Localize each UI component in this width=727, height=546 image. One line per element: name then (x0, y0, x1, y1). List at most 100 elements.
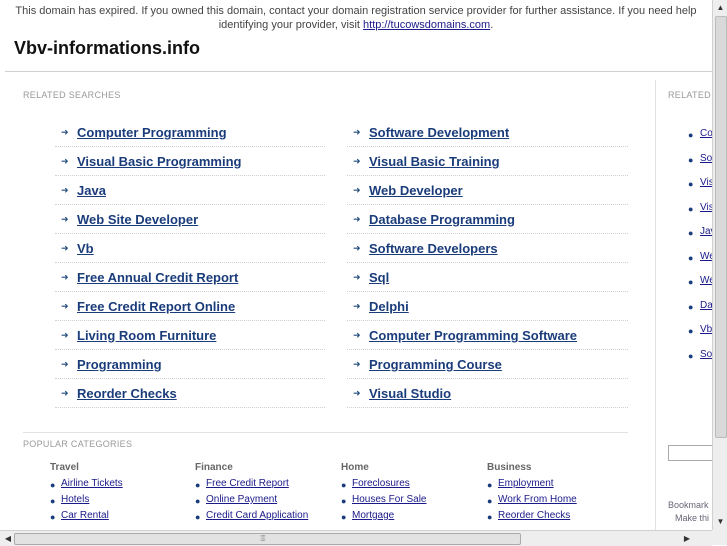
category-item[interactable]: ● Credit Card Application (195, 510, 308, 526)
category-item[interactable]: ● Reorder Checks (487, 510, 570, 526)
related-search-item[interactable]: ➜ Computer Programming Software (347, 321, 628, 350)
related-search-link[interactable]: Visual Studio (369, 386, 451, 401)
search-box[interactable] (668, 445, 712, 461)
arrow-right-icon: ➜ (61, 272, 69, 282)
category-item[interactable]: ● Online Payment (195, 494, 277, 510)
category-link[interactable]: Car Rental (61, 510, 109, 521)
bullet-icon: ● (688, 326, 694, 336)
related-search-link[interactable]: Living Room Furniture (77, 328, 216, 343)
related-search-item[interactable]: ➜ Free Annual Credit Report (55, 263, 325, 292)
category-link[interactable]: Mortgage (352, 510, 394, 521)
related-search-item[interactable]: ➜ Visual Basic Programming (55, 147, 325, 176)
scroll-up-icon[interactable]: ▲ (714, 1, 727, 15)
scroll-right-icon[interactable]: ▶ (680, 531, 694, 546)
right-related-link[interactable]: Vis (700, 202, 712, 213)
right-related-link[interactable]: We (700, 275, 712, 286)
horizontal-scrollbar[interactable]: ◀ ⁞⁞⁞⁞ ▶ (0, 530, 712, 546)
category-column: Travel ● Airline Tickets ● Hotels ● Car Rental (50, 462, 123, 526)
right-related-link[interactable]: Co (700, 128, 712, 139)
related-search-item[interactable]: ➜ Java (55, 176, 325, 205)
related-search-link[interactable]: Delphi (369, 299, 409, 314)
related-search-link[interactable]: Software Developers (369, 241, 498, 256)
related-search-link[interactable]: Software Development (369, 125, 509, 140)
related-search-item[interactable]: ➜ Living Room Furniture (55, 321, 325, 350)
arrow-right-icon: ➜ (353, 388, 361, 398)
category-link[interactable]: Work From Home (498, 494, 577, 505)
related-search-link[interactable]: Vb (77, 241, 94, 256)
arrow-right-icon: ➜ (353, 330, 361, 340)
related-search-item[interactable]: ➜ Reorder Checks (55, 379, 325, 408)
related-search-item[interactable]: ➜ Software Developers (347, 234, 628, 263)
related-search-item[interactable]: ➜ Delphi (347, 292, 628, 321)
related-search-item[interactable]: ➜ Database Programming (347, 205, 628, 234)
category-link[interactable]: Credit Card Application (206, 510, 308, 521)
related-search-item[interactable]: ➜ Free Credit Report Online (55, 292, 325, 321)
vertical-scrollbar[interactable]: ▲ ▼ (712, 0, 727, 530)
right-related-link[interactable]: We (700, 251, 712, 262)
related-search-link[interactable]: Free Credit Report Online (77, 299, 235, 314)
related-search-link[interactable]: Visual Basic Training (369, 154, 500, 169)
arrow-right-icon: ➜ (61, 214, 69, 224)
category-item[interactable]: ● Employment (487, 478, 554, 494)
category-link[interactable]: Online Payment (206, 494, 277, 505)
right-related-link[interactable]: Da (700, 300, 712, 311)
related-search-link[interactable]: Free Annual Credit Report (77, 270, 238, 285)
related-search-item[interactable]: ➜ Visual Studio (347, 379, 628, 408)
related-search-link[interactable]: Database Programming (369, 212, 515, 227)
vertical-scroll-thumb[interactable] (715, 16, 727, 438)
related-search-item[interactable]: ➜ Software Development (347, 118, 628, 147)
related-search-link[interactable]: Programming (77, 357, 162, 372)
bookmark-text[interactable]: Bookmark (668, 500, 709, 510)
category-link[interactable]: Free Credit Report (206, 478, 289, 489)
scroll-down-icon[interactable]: ▼ (714, 515, 727, 529)
category-link[interactable]: Foreclosures (352, 478, 410, 489)
category-item[interactable]: ● Work From Home (487, 494, 577, 510)
related-search-item[interactable]: ➜ Web Site Developer (55, 205, 325, 234)
popular-divider (23, 432, 628, 433)
right-related-link[interactable]: Vis (700, 177, 712, 188)
category-link[interactable]: Houses For Sale (352, 494, 426, 505)
category-item[interactable]: ● Free Credit Report (195, 478, 289, 494)
related-search-link[interactable]: Sql (369, 270, 389, 285)
related-search-link[interactable]: Web Site Developer (77, 212, 198, 227)
category-link[interactable]: Reorder Checks (498, 510, 570, 521)
related-search-item[interactable]: ➜ Programming Course (347, 350, 628, 379)
bullet-icon: ● (487, 496, 493, 506)
tucows-link[interactable]: http://tucowsdomains.com (363, 19, 490, 31)
right-related-link[interactable]: Jav (700, 226, 712, 237)
category-item[interactable]: ● Airline Tickets (50, 478, 123, 494)
bullet-icon: ● (341, 512, 347, 522)
arrow-right-icon: ➜ (61, 127, 69, 137)
related-search-link[interactable]: Visual Basic Programming (77, 154, 242, 169)
category-item[interactable]: ● Hotels (50, 494, 89, 510)
make-homepage-text[interactable]: Make thi (675, 513, 709, 523)
related-row: ➜ Web Site Developer ➜ Database Programming (55, 205, 628, 234)
category-item[interactable]: ● Mortgage (341, 510, 394, 526)
category-link[interactable]: Employment (498, 478, 554, 489)
right-related-link[interactable]: So (700, 153, 712, 164)
related-search-link[interactable]: Computer Programming Software (369, 328, 577, 343)
related-search-item[interactable]: ➜ Computer Programming (55, 118, 325, 147)
related-search-item[interactable]: ➜ Web Developer (347, 176, 628, 205)
category-link[interactable]: Hotels (61, 494, 89, 505)
related-search-link[interactable]: Programming Course (369, 357, 502, 372)
bullet-icon: ● (688, 301, 694, 312)
category-item[interactable]: ● Foreclosures (341, 478, 410, 494)
category-link[interactable]: Airline Tickets (61, 478, 123, 489)
category-item[interactable]: ● Car Rental (50, 510, 109, 526)
scroll-left-icon[interactable]: ◀ (1, 531, 15, 546)
related-search-item[interactable]: ➜ Programming (55, 350, 325, 379)
horizontal-scroll-thumb[interactable]: ⁞⁞⁞⁞ (14, 533, 521, 545)
related-search-link[interactable]: Reorder Checks (77, 386, 177, 401)
arrow-right-icon: ➜ (61, 330, 69, 340)
right-related-link[interactable]: Vb (700, 324, 712, 335)
related-search-link[interactable]: Computer Programming (77, 125, 227, 140)
related-search-item[interactable]: ➜ Sql (347, 263, 628, 292)
bullet-icon: ● (195, 480, 201, 490)
related-search-link[interactable]: Java (77, 183, 106, 198)
right-related-link[interactable]: So (700, 349, 712, 360)
related-search-item[interactable]: ➜ Vb (55, 234, 325, 263)
related-search-link[interactable]: Web Developer (369, 183, 463, 198)
related-search-item[interactable]: ➜ Visual Basic Training (347, 147, 628, 176)
category-item[interactable]: ● Houses For Sale (341, 494, 426, 510)
